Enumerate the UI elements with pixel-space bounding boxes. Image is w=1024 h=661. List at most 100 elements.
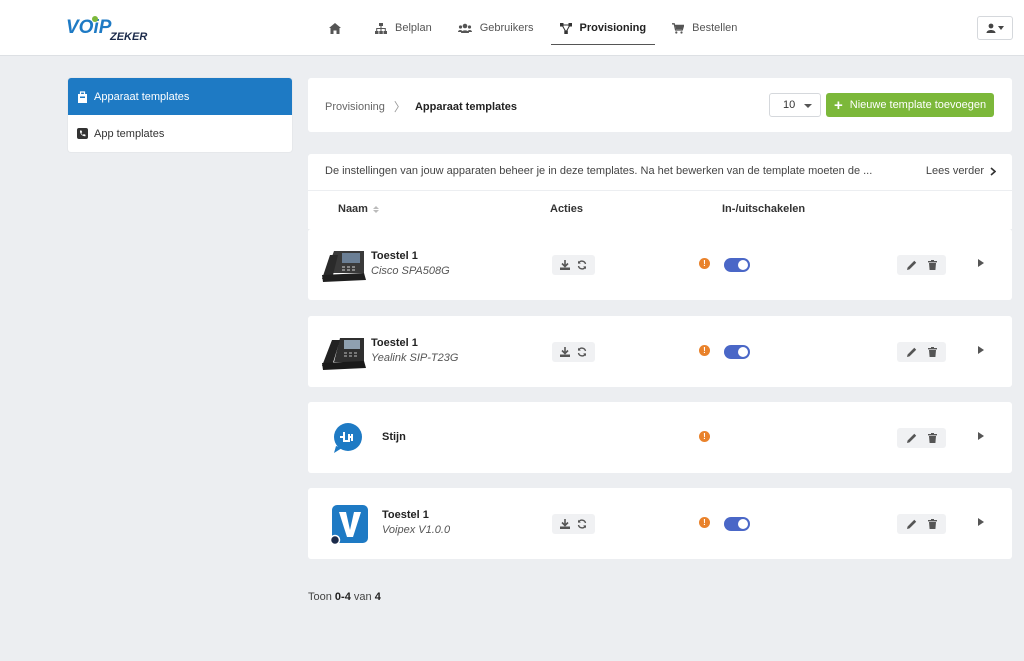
download-icon[interactable]: [559, 260, 570, 270]
network-icon: [559, 22, 572, 34]
nav-provisioning[interactable]: Provisioning: [550, 13, 656, 45]
row-actions: [552, 342, 595, 362]
table-row[interactable]: Toestel 1 Cisco SPA508G !: [308, 229, 1012, 300]
pencil-icon[interactable]: [906, 347, 917, 357]
templates-table-header: De instellingen van jouw apparaten behee…: [308, 154, 1012, 229]
column-header-toggle: In-/uitschakelen: [722, 203, 805, 215]
sidebar-item-label: Apparaat templates: [94, 90, 190, 103]
nav-gebruikers[interactable]: Gebruikers: [449, 13, 543, 43]
main-nav: Belplan Gebruikers Provisioning Bestelle…: [320, 0, 754, 56]
expand-row-icon[interactable]: [978, 432, 984, 440]
voipex-app-thumbnail: [329, 505, 368, 544]
user-icon: [986, 23, 996, 33]
user-menu-button[interactable]: [977, 16, 1013, 40]
template-name: Toestel 1: [382, 509, 429, 521]
nav-label: Bestellen: [692, 22, 738, 34]
row-edit-actions: [897, 342, 946, 362]
pencil-icon[interactable]: [906, 433, 917, 443]
device-icon: [78, 90, 87, 103]
nav-label: Gebruikers: [479, 22, 534, 34]
enable-toggle[interactable]: [724, 345, 750, 359]
template-name: Toestel 1: [371, 250, 418, 262]
template-name: Stijn: [382, 431, 406, 443]
enable-toggle[interactable]: [724, 517, 750, 531]
sync-icon[interactable]: [577, 260, 587, 270]
sidebar-item-app-templates[interactable]: App templates: [68, 115, 292, 152]
info-icon[interactable]: !: [699, 258, 710, 269]
home-icon: [329, 22, 341, 34]
pencil-icon[interactable]: [906, 519, 917, 529]
row-actions: [552, 255, 595, 275]
sidebar: Apparaat templates App templates: [68, 78, 292, 152]
intro-text: De instellingen van jouw apparaten behee…: [325, 165, 873, 177]
trash-icon[interactable]: [927, 347, 937, 357]
column-header-label: Naam: [338, 203, 368, 215]
pagination-mid: van: [353, 591, 372, 603]
cart-icon: [672, 22, 685, 34]
trash-icon[interactable]: [927, 433, 937, 443]
nav-belplan[interactable]: Belplan: [366, 13, 441, 43]
expand-row-icon[interactable]: [978, 518, 984, 526]
add-template-button[interactable]: + Nieuwe template toevoegen: [826, 93, 994, 117]
breadcrumb-separator-icon: 〉: [393, 100, 406, 114]
nav-bestellen[interactable]: Bestellen: [663, 13, 746, 43]
column-header-actions: Acties: [550, 203, 583, 215]
pagination-total: 4: [374, 591, 381, 603]
pagination-range: 0-4: [334, 591, 351, 603]
read-more-label: Lees verder: [925, 165, 984, 177]
row-edit-actions: [897, 514, 946, 534]
per-page-select[interactable]: 10: [769, 93, 821, 117]
breadcrumb-parent[interactable]: Provisioning: [325, 101, 385, 113]
nav-label: Belplan: [395, 22, 432, 34]
pencil-icon[interactable]: [906, 260, 917, 270]
top-navbar: VOiP ZEKER Belplan Gebruikers Provisioni…: [0, 0, 1024, 56]
trash-icon[interactable]: [927, 260, 937, 270]
per-page-value: 10: [783, 99, 796, 111]
table-row[interactable]: Toestel 1 Voipex V1.0.0 !: [308, 488, 1012, 559]
page-header-card: Provisioning 〉 Apparaat templates 10 + N…: [308, 78, 1012, 132]
pagination-prefix: Toon: [308, 591, 332, 603]
svg-text:VOiP: VOiP: [66, 17, 112, 38]
read-more-link[interactable]: Lees verder: [926, 165, 996, 177]
trash-icon[interactable]: [927, 519, 937, 529]
column-header-name[interactable]: Naam: [338, 203, 379, 215]
table-row[interactable]: Stijn !: [308, 402, 1012, 473]
column-header-label: In-/uitschakelen: [722, 203, 806, 215]
template-model: Voipex V1.0.0: [382, 524, 451, 536]
expand-row-icon[interactable]: [978, 259, 984, 267]
divider: [308, 190, 1012, 191]
table-row[interactable]: Toestel 1 Yealink SIP-T23G !: [308, 316, 1012, 387]
yealink-phone-thumbnail: [322, 338, 366, 370]
users-icon: [457, 23, 472, 33]
info-icon[interactable]: !: [699, 517, 710, 528]
sidebar-item-label: App templates: [94, 127, 165, 140]
voipzeker-logo[interactable]: VOiP ZEKER: [66, 14, 158, 42]
sync-icon[interactable]: [577, 347, 587, 357]
chevron-right-icon: [990, 166, 996, 176]
row-actions: [552, 514, 595, 534]
enable-toggle[interactable]: [724, 258, 750, 272]
breadcrumb: Provisioning 〉 Apparaat templates: [325, 98, 517, 115]
nav-label: Provisioning: [579, 22, 647, 34]
app-bubble-thumbnail: [334, 423, 362, 453]
sync-icon[interactable]: [577, 519, 587, 529]
add-template-label: Nieuwe template toevoegen: [849, 99, 987, 111]
caret-down-icon: [804, 104, 812, 108]
info-icon[interactable]: !: [699, 345, 710, 356]
phone-icon: [77, 128, 88, 139]
sidebar-item-apparaat-templates[interactable]: Apparaat templates: [68, 78, 292, 115]
caret-down-icon: [998, 26, 1004, 30]
svg-text:ZEKER: ZEKER: [109, 31, 147, 42]
download-icon[interactable]: [559, 519, 570, 529]
sort-icon: [372, 205, 379, 213]
template-name: Toestel 1: [371, 337, 418, 349]
pagination-summary: Toon 0-4 van 4: [308, 591, 381, 603]
download-icon[interactable]: [559, 347, 570, 357]
plus-icon: +: [834, 96, 843, 114]
template-model: Yealink SIP-T23G: [371, 352, 459, 364]
row-edit-actions: [897, 428, 946, 448]
cisco-phone-thumbnail: [322, 251, 366, 282]
info-icon[interactable]: !: [699, 431, 710, 442]
expand-row-icon[interactable]: [978, 346, 984, 354]
nav-home[interactable]: [320, 13, 358, 43]
